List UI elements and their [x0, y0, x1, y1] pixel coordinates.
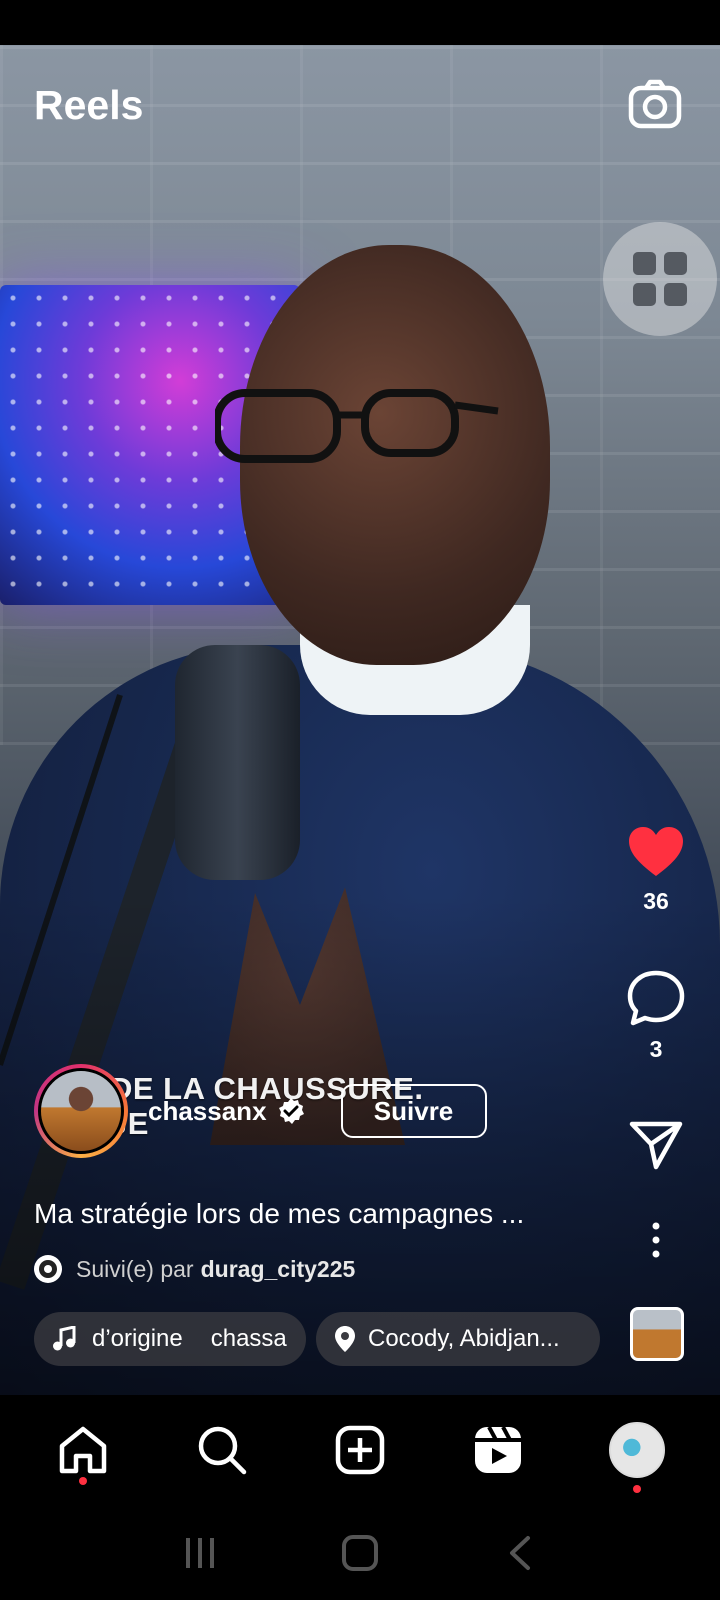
nav-profile[interactable]	[602, 1415, 672, 1493]
grid-icon[interactable]	[603, 222, 717, 336]
location-pin-icon	[335, 1326, 355, 1352]
home-icon[interactable]	[58, 1426, 108, 1474]
audio-label-part1: d’origine	[92, 1325, 183, 1352]
profile-avatar[interactable]	[608, 1422, 665, 1478]
home-notification-dot	[79, 1477, 88, 1485]
home-button-icon[interactable]	[342, 1534, 378, 1571]
location-label: Cocody, Abidjan...	[368, 1325, 560, 1352]
share-action[interactable]	[620, 1120, 692, 1170]
glasses	[215, 389, 499, 463]
followed-by-prefix: Suivi(e) par	[76, 1255, 194, 1282]
post-description[interactable]: Ma stratégie lors de mes campagnes ...	[34, 1198, 524, 1230]
system-nav-bar	[0, 1505, 720, 1600]
comment-icon[interactable]	[627, 970, 685, 1026]
nav-search[interactable]	[187, 1415, 257, 1485]
music-note-icon	[53, 1326, 76, 1351]
recents-icon[interactable]	[182, 1535, 218, 1571]
reels-icon[interactable]	[473, 1425, 523, 1475]
comment-action[interactable]: 3	[620, 970, 692, 1063]
location-pill[interactable]: Cocody, Abidjan...	[316, 1312, 600, 1366]
page-title: Reels	[34, 82, 144, 128]
comment-count: 3	[649, 1036, 663, 1062]
followed-by-user[interactable]: durag_city225	[201, 1256, 356, 1283]
author-row: chassanx Suivre	[34, 1064, 487, 1158]
status-bar	[0, 0, 720, 45]
verified-badge-icon	[278, 1098, 304, 1124]
send-icon[interactable]	[629, 1120, 683, 1170]
back-icon[interactable]	[502, 1535, 538, 1571]
like-action[interactable]: 36	[620, 826, 692, 915]
search-icon[interactable]	[197, 1425, 247, 1475]
camera-icon[interactable]	[628, 78, 682, 132]
followed-by[interactable]: Suivi(e) par durag_city225	[34, 1255, 355, 1283]
create-icon[interactable]	[335, 1425, 385, 1475]
follow-button[interactable]: Suivre	[340, 1084, 487, 1138]
more-action[interactable]	[620, 1222, 692, 1258]
author-avatar[interactable]	[34, 1064, 128, 1158]
follower-avatar	[34, 1255, 62, 1283]
nav-create[interactable]	[325, 1415, 395, 1485]
like-count: 36	[643, 888, 669, 914]
heart-icon[interactable]	[627, 826, 685, 878]
nav-home[interactable]	[48, 1415, 118, 1485]
bottom-nav	[0, 1395, 720, 1505]
audio-thumbnail[interactable]	[630, 1307, 684, 1361]
author-username[interactable]: chassanx	[148, 1096, 267, 1127]
audio-label-part2: chassa	[210, 1325, 287, 1352]
more-vertical-icon[interactable]	[650, 1222, 662, 1258]
nav-reels[interactable]	[463, 1415, 533, 1485]
microphone	[175, 645, 300, 880]
profile-notification-dot	[632, 1485, 641, 1493]
audio-pill[interactable]: d’origine chassa	[34, 1312, 306, 1366]
